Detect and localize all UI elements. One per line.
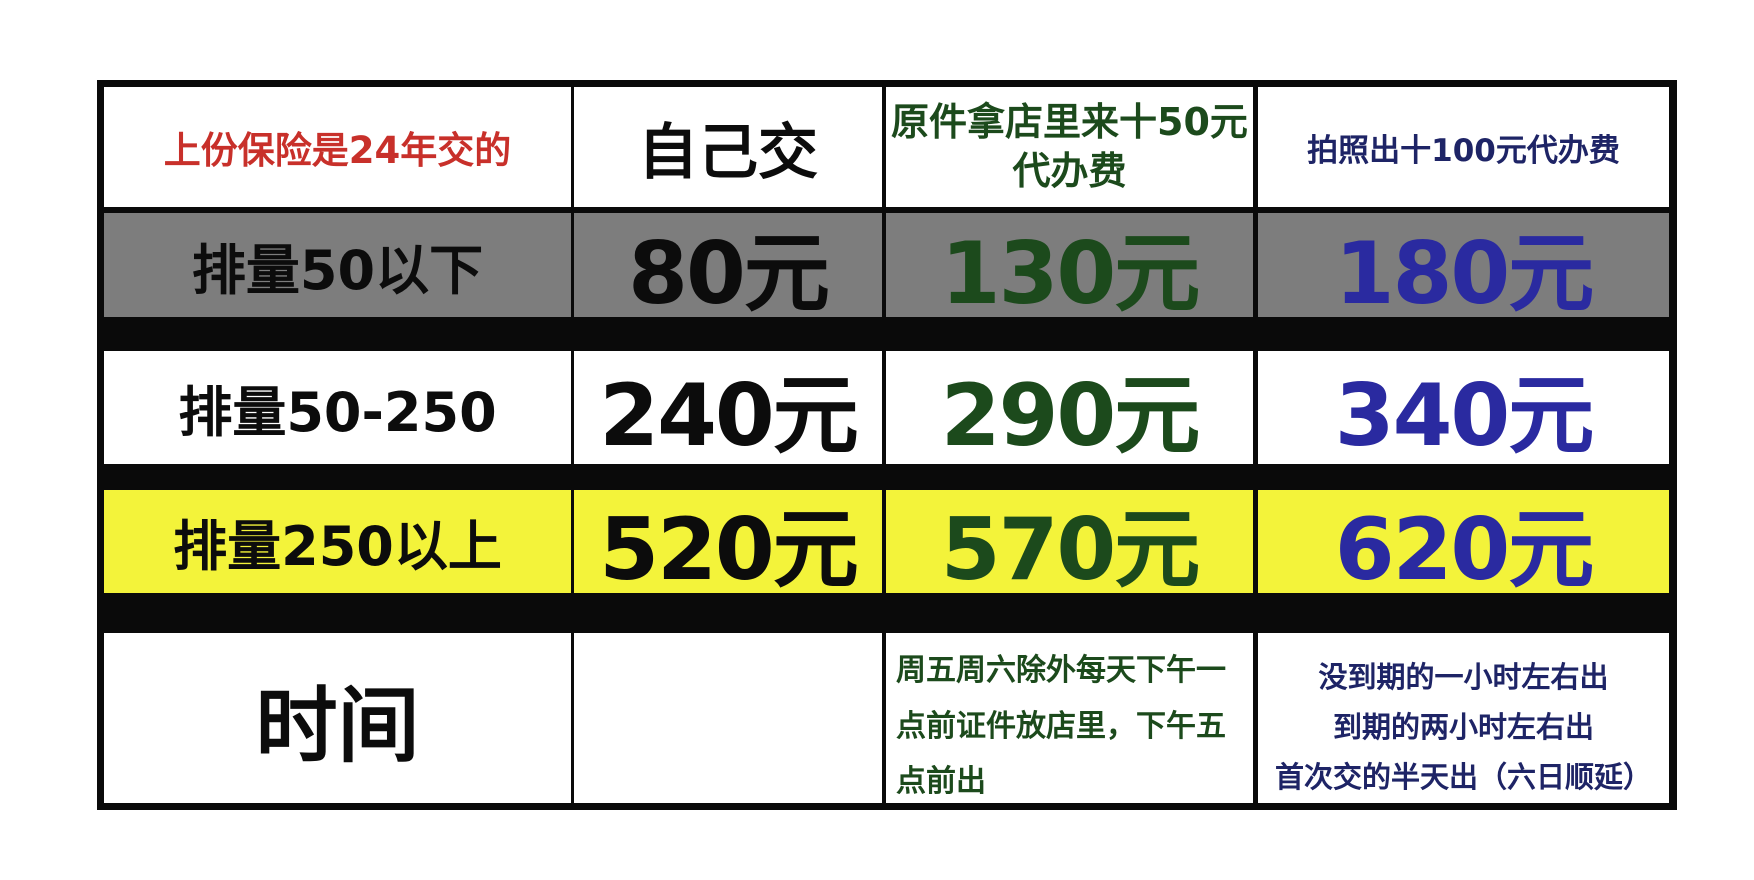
header-self-pay: 自己交 <box>574 87 882 207</box>
price-self-50-250: 240元 <box>574 351 882 464</box>
row-label-50-250: 排量50-250 <box>104 351 571 464</box>
price-photo-under-50: 180元 <box>1258 213 1669 317</box>
header-store-service: 原件拿店里来十50元代办费 <box>886 87 1253 207</box>
price-photo-over-250: 620元 <box>1258 490 1669 593</box>
time-photo-note-line: 首次交的半天出（六日顺延） <box>1274 759 1652 794</box>
header-insurance-year: 上份保险是24年交的 <box>104 87 571 207</box>
price-self-under-50: 80元 <box>574 213 882 317</box>
price-photo-50-250: 340元 <box>1258 351 1669 464</box>
price-table: 上份保险是24年交的 自己交 原件拿店里来十50元代办费 拍照出十100元代办费… <box>97 80 1677 810</box>
row-label-under-50: 排量50以下 <box>104 213 571 317</box>
time-photo-note-line: 到期的两小时左右出 <box>1332 709 1594 744</box>
time-photo-note-line: 没到期的一小时左右出 <box>1318 660 1609 694</box>
time-self-empty <box>574 633 882 803</box>
time-store-note: 周五周六除外每天下午一点前证件放店里，下午五点前出 <box>886 633 1253 803</box>
price-store-50-250: 290元 <box>886 351 1253 464</box>
time-photo-notes: 没到期的一小时左右出 到期的两小时左右出 首次交的半天出（六日顺延） <box>1258 633 1669 803</box>
price-store-over-250: 570元 <box>886 490 1253 593</box>
header-photo-service: 拍照出十100元代办费 <box>1258 87 1669 207</box>
price-self-over-250: 520元 <box>574 490 882 593</box>
price-store-under-50: 130元 <box>886 213 1253 317</box>
row-label-over-250: 排量250以上 <box>104 490 571 593</box>
row-label-time: 时间 <box>104 633 571 803</box>
